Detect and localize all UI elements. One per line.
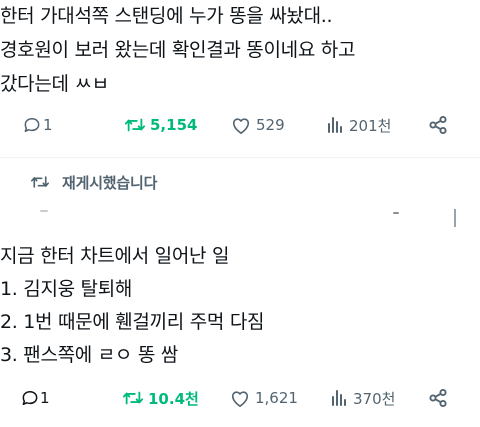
retweet-icon [30, 173, 50, 191]
tweet-1-retweet-button[interactable]: 5,154 [124, 110, 197, 140]
tweet-2-views-button[interactable]: 370천 [329, 383, 395, 413]
tweet-1-line-2: 경호원이 보러 왔는데 확인결과 똥이네요 하고 [0, 39, 356, 61]
tweet-2-reply-count: 1 [40, 389, 50, 407]
tweet-1-reply-button[interactable]: 1 [22, 110, 53, 140]
tweet-1-retweet-count: 5,154 [150, 116, 198, 134]
like-icon [229, 388, 251, 408]
tweet-2-share-button[interactable] [428, 383, 448, 413]
retweet-note: 재게시했습니다 [0, 167, 157, 197]
share-icon [428, 388, 448, 408]
reply-icon [22, 115, 42, 135]
tweet-2-like-count: 1,621 [255, 389, 298, 407]
reply-icon [20, 388, 40, 408]
tweet-2-like-button[interactable]: 1,621 [229, 383, 298, 413]
redacted-timestamp [393, 212, 399, 214]
tweet-2-retweet-button[interactable]: 10.4천 [122, 383, 199, 413]
share-icon [428, 115, 448, 135]
tweet-1-like-button[interactable]: 529 [230, 110, 285, 140]
retweet-note-label: 재게시했습니다 [62, 173, 158, 192]
retweet-icon [124, 115, 146, 135]
tweet-2-action-bar: 1 10.4천 1,621 370천 [0, 383, 480, 413]
like-icon [230, 115, 252, 135]
tweet-2-retweet-count: 10.4천 [148, 389, 199, 408]
tweet-2-reply-button[interactable]: 1 [20, 383, 50, 413]
views-icon [329, 388, 349, 408]
views-icon [325, 115, 345, 135]
retweet-icon [122, 388, 144, 408]
tweet-1-share-button[interactable] [428, 110, 448, 140]
tweet-1-view-count: 201천 [349, 116, 392, 135]
tweet-1-reply-count: 1 [43, 116, 53, 134]
more-icon[interactable] [453, 207, 457, 229]
tweet-2-line-4: 3. 팬스쪽에 ㄹㅇ 똥 쌈 [0, 344, 178, 366]
tweet-divider [0, 157, 480, 158]
tweet-2-line-3: 2. 1번 때문에 휀걸끼리 주먹 다짐 [0, 311, 265, 333]
redacted-author [40, 210, 48, 212]
tweet-2-line-1: 지금 한터 차트에서 일어난 일 [0, 245, 230, 267]
tweet-2-line-2: 1. 김지웅 탈퇴해 [0, 278, 133, 300]
tweet-1-action-bar: 1 5,154 529 201천 [0, 110, 480, 140]
tweet-1-like-count: 529 [256, 116, 285, 134]
tweet-2-view-count: 370천 [353, 389, 396, 408]
tweet-1-views-button[interactable]: 201천 [325, 110, 391, 140]
tweet-1-line-1: 한터 가대석쪽 스탠딩에 누가 똥을 싸놨대.. [0, 5, 333, 27]
tweet-1-line-3: 갔다는데 ㅆㅂ [0, 73, 109, 95]
